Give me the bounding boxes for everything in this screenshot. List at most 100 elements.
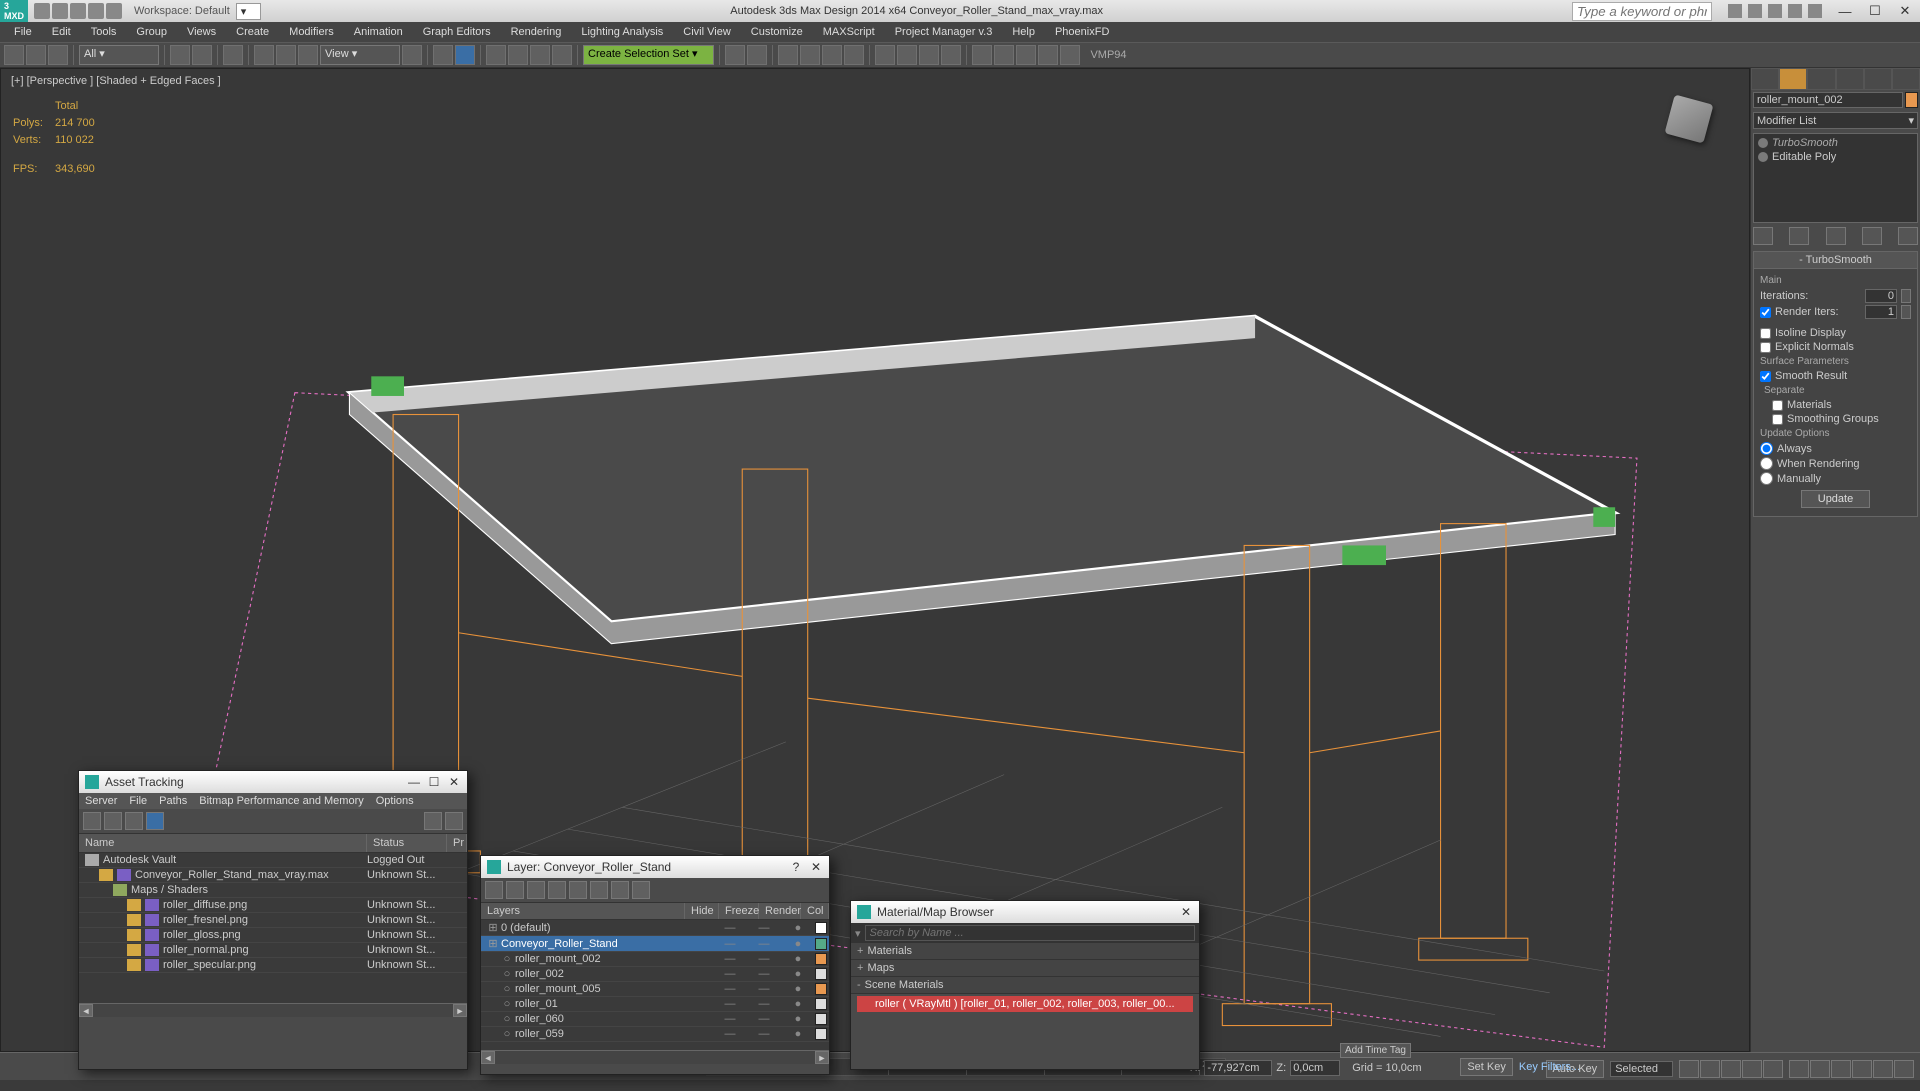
select-name-icon[interactable] [192,45,212,65]
redo-icon[interactable] [106,3,122,19]
bind-icon[interactable] [48,45,68,65]
lcol-hide[interactable]: Hide [685,903,719,919]
material-editor-icon[interactable] [875,45,895,65]
asset-tracking-window[interactable]: Asset Tracking — ☐ ✕ Server File Paths B… [78,770,468,1070]
close-icon[interactable]: ✕ [1179,905,1193,919]
exchange-icon[interactable] [1768,4,1782,18]
keymode-dropdown[interactable]: Selected [1610,1061,1673,1077]
goto-start-icon[interactable] [1679,1060,1699,1078]
col-pr[interactable]: Pr [447,834,467,852]
select-manip-icon[interactable] [433,45,453,65]
new-layer-icon[interactable] [485,881,503,899]
menu-maxscript[interactable]: MAXScript [813,24,885,40]
lcol-layers[interactable]: Layers [481,903,685,919]
add-to-layer-icon[interactable] [527,881,545,899]
layer-list[interactable]: ⊞0 (default)——●⊞Conveyor_Roller_Stand——●… [481,920,829,1050]
zoom-icon[interactable] [1831,1060,1851,1078]
layer-window[interactable]: Layer: Conveyor_Roller_Stand ? ✕ Layers … [480,855,830,1075]
highlight-icon[interactable] [569,881,587,899]
x-input[interactable] [1204,1060,1272,1076]
z-input[interactable] [1290,1060,1340,1076]
lcol-render[interactable]: Render [759,903,801,919]
layer-row[interactable]: ○roller_01——● [481,997,829,1012]
spinner-snap-icon[interactable] [552,45,572,65]
layer-row[interactable]: ○roller_060——● [481,1012,829,1027]
object-name-input[interactable] [1753,92,1903,108]
at-menu-server[interactable]: Server [85,795,117,807]
pivot-icon[interactable] [402,45,422,65]
layer-row[interactable]: ⊞Conveyor_Roller_Stand——● [481,936,829,952]
help-search-input[interactable] [1572,2,1712,21]
smoothing-groups-checkbox[interactable] [1772,414,1783,425]
pm-icon5[interactable] [1060,45,1080,65]
manage-layers-icon[interactable] [800,45,820,65]
asset-row[interactable]: Maps / Shaders [79,883,467,898]
mirror-icon[interactable] [725,45,745,65]
schematic-icon[interactable] [844,45,864,65]
menu-create[interactable]: Create [226,24,279,40]
curve-editor-icon[interactable] [822,45,842,65]
render-frame-icon[interactable] [919,45,939,65]
layer-row[interactable]: ○roller_mount_005——● [481,982,829,997]
keyboard-shortcut-icon[interactable] [455,45,475,65]
asset-row[interactable]: Conveyor_Roller_Stand_max_vray.maxUnknow… [79,868,467,883]
menu-file[interactable]: File [4,24,42,40]
mat-materials-section[interactable]: +Materials [851,943,1199,960]
menu-rendering[interactable]: Rendering [501,24,572,40]
at-menu-paths[interactable]: Paths [159,795,187,807]
tab-create-icon[interactable] [1751,68,1779,90]
tab-utilities-icon[interactable] [1892,68,1920,90]
at-menu-options[interactable]: Options [376,795,414,807]
update-button[interactable]: Update [1801,490,1870,508]
layer-row[interactable]: ○roller_002——● [481,967,829,982]
lcol-freeze[interactable]: Freeze [719,903,759,919]
menu-customize[interactable]: Customize [741,24,813,40]
at-refresh-icon[interactable] [424,812,442,830]
zoom-extents-icon[interactable] [1852,1060,1872,1078]
modifier-list-dropdown[interactable]: Modifier List▾ [1753,112,1918,129]
close-icon[interactable]: ✕ [809,860,823,874]
render-iters-spinner[interactable]: 1 [1865,305,1897,319]
at-menu-bitmap[interactable]: Bitmap Performance and Memory [199,795,363,807]
delete-layer-icon[interactable] [506,881,524,899]
snap-icon[interactable] [486,45,506,65]
search-icon[interactable] [1728,4,1742,18]
render-icon[interactable] [632,881,650,899]
mat-maps-section[interactable]: +Maps [851,960,1199,977]
add-time-tag[interactable]: Add Time Tag [1340,1043,1411,1058]
refcoord-dropdown[interactable]: View ▾ [320,45,400,65]
at-help-icon[interactable] [445,812,463,830]
menu-edit[interactable]: Edit [42,24,81,40]
favorite-icon[interactable] [1788,4,1802,18]
named-selection-dropdown[interactable]: Create Selection Set ▾ [583,45,714,65]
at-menu-file[interactable]: File [129,795,147,807]
scale-icon[interactable] [298,45,318,65]
spinner-up-icon[interactable] [1901,305,1911,319]
unlink-icon[interactable] [26,45,46,65]
tab-modify-icon[interactable] [1779,68,1807,90]
rect-select-icon[interactable] [223,45,243,65]
pm-icon4[interactable] [1038,45,1058,65]
at-tb1-icon[interactable] [83,812,101,830]
layer-row[interactable]: ○roller_059——● [481,1027,829,1042]
asset-row[interactable]: roller_diffuse.pngUnknown St... [79,898,467,913]
unique-icon[interactable] [1826,227,1846,245]
modifier-stack[interactable]: TurboSmooth Editable Poly [1753,133,1918,223]
show-end-icon[interactable] [1789,227,1809,245]
minimize-button[interactable]: — [1830,0,1860,22]
layer-row[interactable]: ⊞0 (default)——● [481,920,829,936]
angle-snap-icon[interactable] [508,45,528,65]
close-button[interactable]: ✕ [1890,0,1920,22]
fov-icon[interactable] [1873,1060,1893,1078]
mat-roller-item[interactable]: roller ( VRayMtl ) [roller_01, roller_00… [857,996,1193,1012]
maximize-viewport-icon[interactable] [1894,1060,1914,1078]
minimize-icon[interactable]: — [407,775,421,789]
menu-animation[interactable]: Animation [344,24,413,40]
setkey-button[interactable]: Set Key [1460,1058,1513,1076]
iterations-spinner[interactable]: 0 [1865,289,1897,303]
configure-icon[interactable] [1898,227,1918,245]
material-browser-window[interactable]: Material/Map Browser ✕ ▾ +Materials +Map… [850,900,1200,1070]
asset-row[interactable]: roller_gloss.pngUnknown St... [79,928,467,943]
layer-row[interactable]: ○roller_mount_002——● [481,952,829,967]
render-setup-icon[interactable] [897,45,917,65]
